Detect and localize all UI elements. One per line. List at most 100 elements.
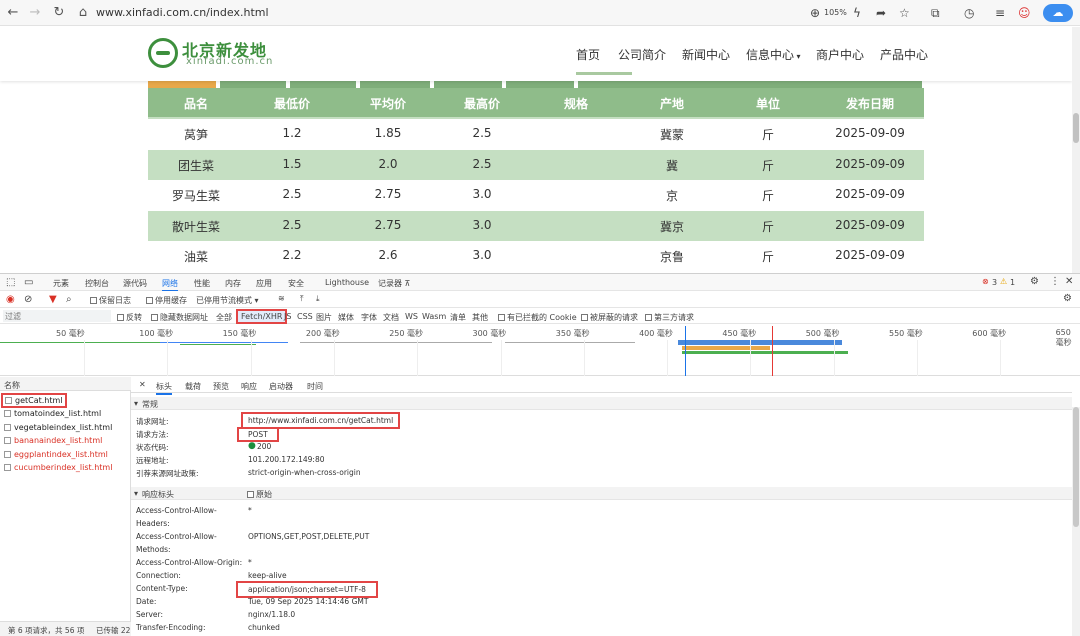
header-value[interactable]: Tue, 09 Sep 2025 14:14:46 GMT — [248, 597, 368, 606]
filter-doc[interactable]: 文档 — [383, 312, 399, 323]
filter-input[interactable] — [3, 310, 111, 322]
address-bar[interactable]: www.xinfadi.com.cn/index.html — [96, 3, 736, 23]
blocked-requests-checkbox[interactable]: 被屏蔽的请求 — [581, 312, 638, 323]
more-vert-icon[interactable]: ⋮ — [1050, 276, 1060, 287]
referrer-policy-value[interactable]: strict-origin-when-cross-origin — [248, 468, 361, 477]
tab-memory[interactable]: 内存 — [225, 278, 241, 289]
filter-ws[interactable]: WS — [405, 312, 418, 321]
tab-preview[interactable]: 预览 — [213, 381, 229, 392]
filter-all[interactable]: 全部 — [216, 312, 232, 323]
request-item[interactable]: eggplantindex_list.html — [4, 450, 108, 459]
filter-fetch-xhr[interactable]: Fetch/XHR — [236, 309, 288, 324]
request-item[interactable]: getCat.html — [1, 393, 67, 408]
close-devtools-icon[interactable]: ✕ — [1065, 276, 1073, 287]
request-item[interactable]: cucumberindex_list.html — [4, 463, 112, 472]
network-timeline[interactable]: 50 毫秒 100 毫秒 150 毫秒 200 毫秒 250 毫秒 300 毫秒 350 毫… — [0, 324, 1080, 376]
tab-security[interactable]: 安全 — [288, 278, 304, 289]
header-value[interactable]: keep-alive — [248, 571, 287, 580]
device-toolbar-icon[interactable]: ▭ — [24, 277, 33, 288]
nav-about[interactable]: 公司简介 — [618, 46, 666, 63]
menu-icon[interactable]: ≡ — [995, 4, 1005, 22]
preserve-log-checkbox[interactable]: 保留日志 — [90, 295, 131, 306]
nav-home[interactable]: 首页 — [576, 46, 600, 63]
page-scrollbar[interactable] — [1072, 27, 1080, 273]
tab-payload[interactable]: 载荷 — [185, 381, 201, 392]
tab-initiator[interactable]: 启动器 — [269, 381, 293, 392]
wifi-icon[interactable]: ≋ — [278, 294, 285, 303]
detail-scrollbar-thumb[interactable] — [1073, 407, 1079, 527]
filter-other[interactable]: 其他 — [472, 312, 488, 323]
filter-font[interactable]: 字体 — [361, 312, 377, 323]
zoom-icon[interactable]: ⊕ — [810, 4, 820, 22]
nav-products[interactable]: 产品中心 — [880, 46, 928, 63]
invert-checkbox[interactable]: 反转 — [117, 312, 142, 323]
clear-icon[interactable]: ⊘ — [24, 294, 32, 305]
lightning-icon[interactable]: ϟ — [853, 4, 861, 22]
response-headers-section-header[interactable]: ▾ 响应标头 原始 — [131, 487, 1072, 500]
filter-js[interactable]: JS — [284, 312, 291, 321]
extensions-icon[interactable]: ⧉ — [931, 4, 940, 22]
record-icon[interactable]: ◉ — [6, 294, 15, 305]
header-value[interactable]: nginx/1.18.0 — [248, 610, 295, 619]
home-icon[interactable]: ⌂ — [74, 4, 92, 22]
import-icon[interactable]: ⤒ — [300, 294, 304, 304]
filter-media[interactable]: 媒体 — [338, 312, 354, 323]
reload-icon[interactable]: ↻ — [50, 4, 68, 22]
filter-funnel-icon[interactable]: ▼ — [49, 294, 57, 305]
close-detail-icon[interactable]: ✕ — [139, 380, 146, 389]
star-icon[interactable]: ☆ — [899, 4, 910, 22]
hide-data-urls-checkbox[interactable]: 隐藏数据网址 — [151, 312, 208, 323]
request-item[interactable]: bananaindex_list.html — [4, 436, 102, 445]
logo-icon[interactable] — [148, 38, 178, 68]
back-icon[interactable]: ← — [4, 4, 22, 22]
export-icon[interactable]: ⤓ — [316, 294, 320, 304]
header-value[interactable]: OPTIONS,GET,POST,DELETE,PUT — [248, 532, 369, 541]
tab-recorder[interactable]: 记录器 ⊼ — [378, 278, 410, 289]
filter-img[interactable]: 图片 — [316, 312, 332, 323]
nav-info[interactable]: 信息中心 ▾ — [746, 46, 801, 63]
filter-css[interactable]: CSS — [297, 312, 313, 321]
tab-response[interactable]: 响应 — [241, 381, 257, 392]
cloud-icon[interactable]: ☁ — [1043, 4, 1073, 22]
request-name: bananaindex_list.html — [14, 436, 103, 446]
tab-timing[interactable]: 时间 — [307, 381, 323, 392]
nav-merchant[interactable]: 商户中心 — [816, 46, 864, 63]
nav-news[interactable]: 新闻中心 — [682, 46, 730, 63]
raw-checkbox[interactable]: 原始 — [247, 489, 272, 500]
blocked-cookies-checkbox[interactable]: 有已拦截的 Cookie — [498, 312, 577, 323]
error-icon[interactable]: ⊗ — [982, 277, 989, 286]
throttle-select[interactable]: 已停用节流模式 ▾ — [196, 295, 259, 306]
tab-application[interactable]: 应用 — [256, 278, 272, 289]
settings-gear-icon[interactable]: ⚙ — [1030, 276, 1039, 287]
tab-headers[interactable]: 标头 — [156, 381, 172, 395]
search-icon[interactable]: ⌕ — [66, 294, 72, 305]
third-party-checkbox[interactable]: 第三方请求 — [645, 312, 694, 323]
share-icon[interactable]: ➦ — [876, 4, 886, 22]
header-value[interactable]: chunked — [248, 623, 280, 632]
inspect-icon[interactable]: ⬚ — [6, 277, 15, 288]
header-value[interactable]: * — [248, 506, 252, 515]
request-item[interactable]: tomatoindex_list.html — [4, 409, 101, 418]
history-icon[interactable]: ◷ — [964, 4, 974, 22]
tab-lighthouse[interactable]: Lighthouse — [325, 278, 369, 287]
disable-cache-checkbox[interactable]: 停用缓存 — [146, 295, 187, 306]
forward-icon[interactable]: → — [26, 4, 44, 22]
tab-sources[interactable]: 源代码 — [123, 278, 147, 289]
filter-manifest[interactable]: 清单 — [450, 312, 466, 323]
tab-performance[interactable]: 性能 — [194, 278, 210, 289]
network-settings-icon[interactable]: ⚙ — [1063, 293, 1072, 304]
profile-icon[interactable]: ☺ — [1018, 4, 1031, 22]
tab-elements[interactable]: 元素 — [53, 278, 69, 289]
page-scrollbar-thumb[interactable] — [1073, 113, 1079, 143]
remote-address-value[interactable]: 101.200.172.149:80 — [248, 455, 324, 464]
request-item[interactable]: vegetableindex_list.html — [4, 423, 112, 432]
header-value[interactable]: application/json;charset=UTF-8 — [236, 581, 378, 598]
filter-wasm[interactable]: Wasm — [422, 312, 446, 321]
tab-network[interactable]: 网络 — [162, 278, 178, 292]
status-value[interactable]: 200 — [257, 442, 271, 451]
header-value[interactable]: * — [248, 558, 252, 567]
method-value[interactable]: POST — [237, 427, 279, 442]
tab-console[interactable]: 控制台 — [85, 278, 109, 289]
warning-icon[interactable]: ⚠ — [1000, 277, 1007, 286]
general-section-header[interactable]: ▾ 常规 — [131, 397, 1072, 410]
